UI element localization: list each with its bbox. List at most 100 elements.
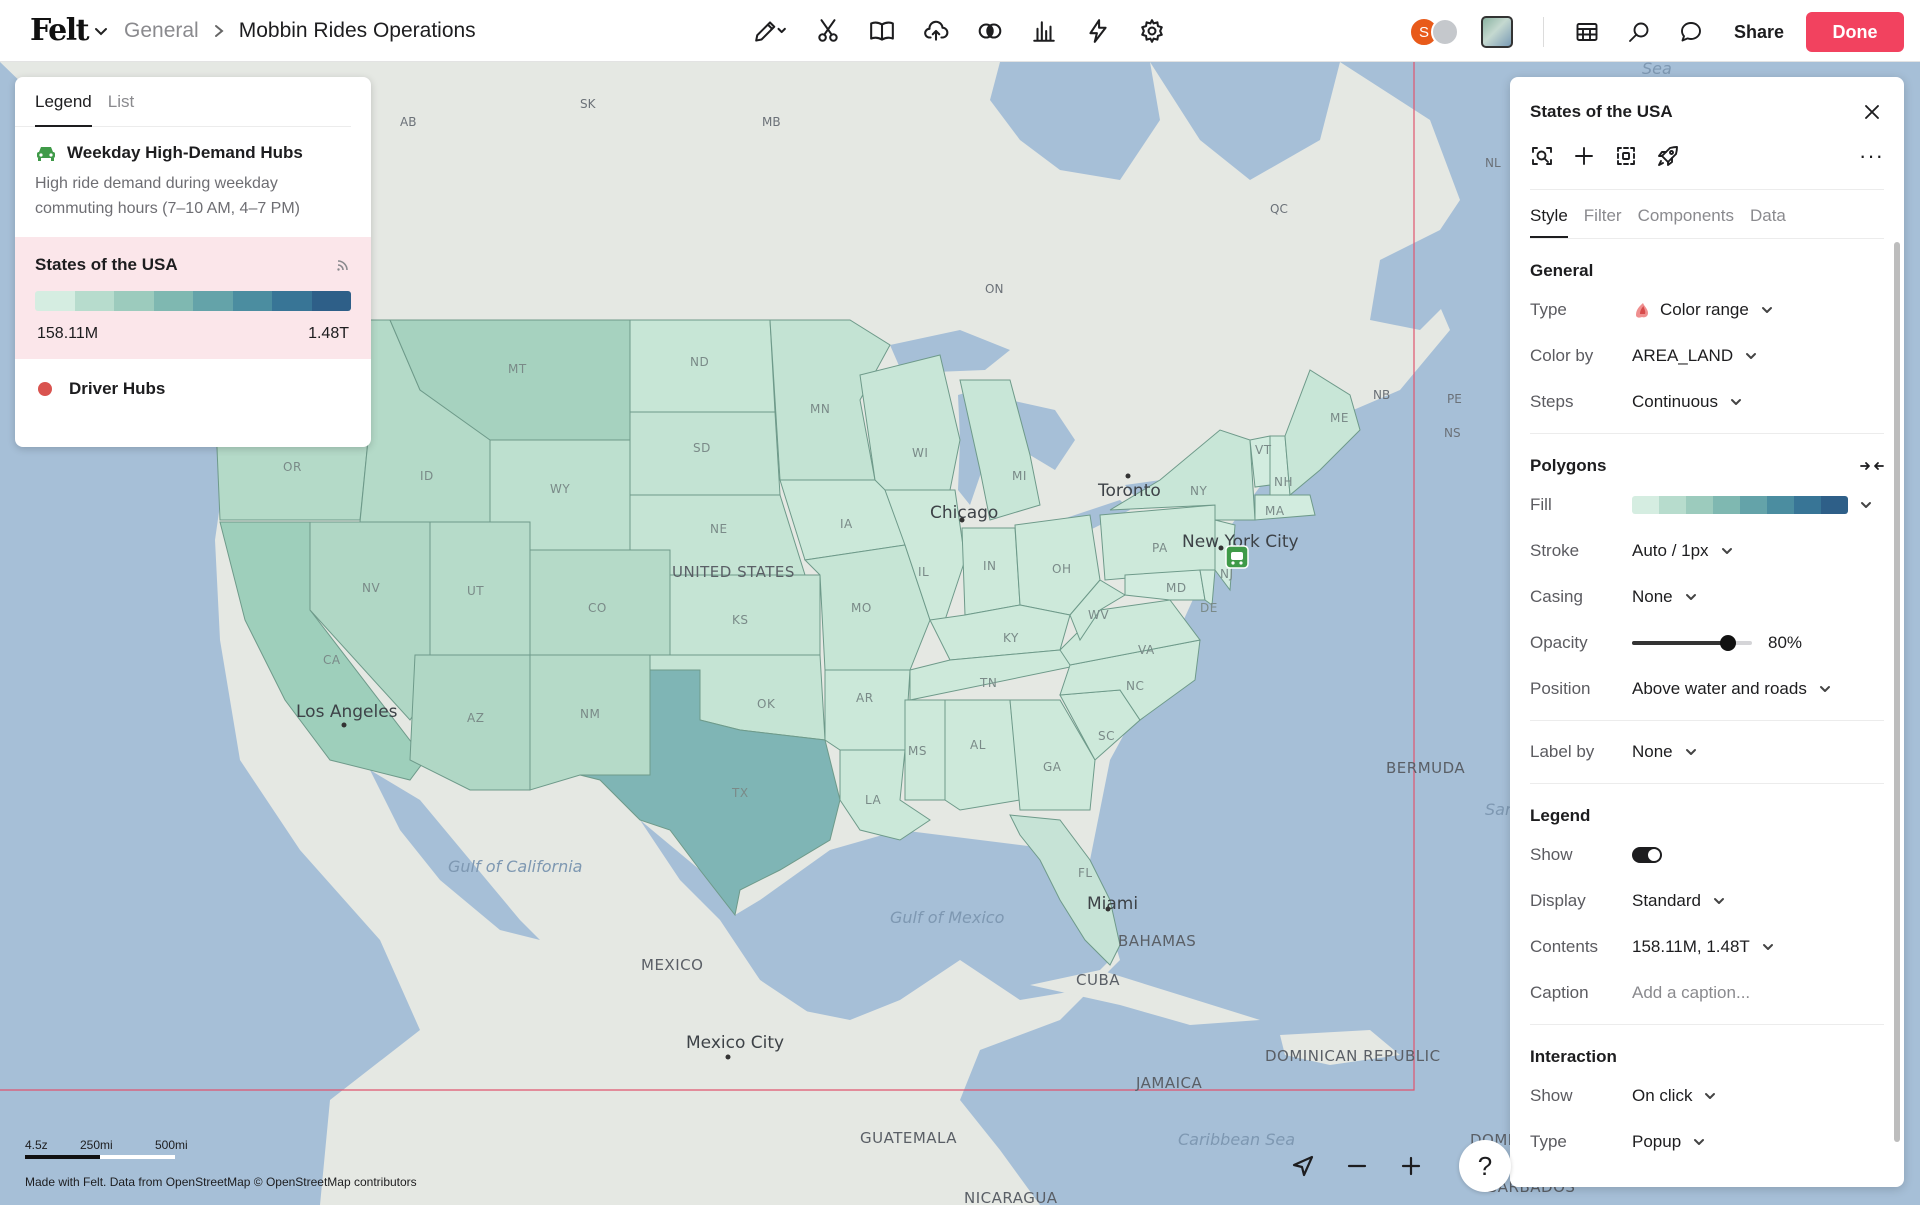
legend-item-hubs[interactable]: Weekday High-Demand Hubs High ride deman… <box>15 127 371 237</box>
ramp-swatch <box>311 291 351 311</box>
chart-button[interactable] <box>1026 13 1062 49</box>
province-label: AB <box>400 115 416 129</box>
tab-data[interactable]: Data <box>1750 206 1786 238</box>
rocket-icon <box>1658 146 1678 166</box>
tab-filter[interactable]: Filter <box>1584 206 1622 238</box>
slider-handle[interactable] <box>1720 635 1736 651</box>
country-label: BAHAMAS <box>1118 932 1196 950</box>
select-button[interactable] <box>1614 144 1638 168</box>
fill-select[interactable] <box>1632 496 1872 514</box>
row-label: Caption <box>1530 983 1589 1002</box>
collaborator-avatars[interactable]: S <box>1408 17 1459 47</box>
slider-fill <box>1632 641 1728 645</box>
water-label: Gulf of California <box>448 857 582 876</box>
stroke-select[interactable]: Auto / 1px <box>1632 541 1733 561</box>
city-label: Miami <box>1087 894 1138 914</box>
book-icon <box>870 21 894 41</box>
comments-button[interactable] <box>1674 15 1708 49</box>
actions-button[interactable] <box>1080 13 1116 49</box>
state-label: AR <box>856 691 874 705</box>
ramp-swatch <box>1740 496 1767 514</box>
state-label: KY <box>1003 631 1019 645</box>
table-button[interactable] <box>1570 15 1604 49</box>
settings-button[interactable] <box>1134 13 1170 49</box>
map-attribution[interactable]: Made with Felt. Data from OpenStreetMap … <box>25 1175 417 1189</box>
caption-input[interactable]: Add a caption... <box>1632 983 1750 1003</box>
state-label: IL <box>918 565 929 579</box>
zoom-to-layer-button[interactable] <box>1530 144 1554 168</box>
state-wi <box>859 354 961 491</box>
tab-components[interactable]: Components <box>1638 206 1734 238</box>
state-label: LA <box>865 793 881 807</box>
done-button[interactable]: Done <box>1806 12 1904 52</box>
navigation-arrow-icon <box>1292 1155 1314 1177</box>
state-ma <box>1254 494 1316 521</box>
legend-item-driver-hubs[interactable]: Driver Hubs <box>15 359 371 415</box>
select-value: Above water and roads <box>1632 679 1807 698</box>
legend-item-states[interactable]: States of the USA 158.11M 1.48T <box>15 237 371 359</box>
ramp-swatch <box>1767 496 1794 514</box>
state-label: KS <box>732 613 749 627</box>
row-fill: Fill <box>1530 482 1884 528</box>
share-button[interactable]: Share <box>1734 22 1784 43</box>
boost-button[interactable] <box>1656 144 1680 168</box>
cut-tool-button[interactable] <box>810 13 846 49</box>
section-polygons: Polygons <box>1530 456 1884 476</box>
country-label: MEXICO <box>641 956 703 974</box>
contents-select[interactable]: 158.11M, 1.48T <box>1632 937 1774 957</box>
library-button[interactable] <box>864 13 900 49</box>
country-label: CUBA <box>1076 971 1120 989</box>
province-label: SK <box>580 97 597 111</box>
panel-actions: ··· <box>1510 127 1904 171</box>
panel-scrollbar[interactable] <box>1894 242 1900 1142</box>
upload-button[interactable] <box>918 13 954 49</box>
chevron-down-icon <box>1705 1093 1716 1099</box>
display-select[interactable]: Standard <box>1632 891 1725 911</box>
ramp-max-label: 1.48T <box>308 325 349 342</box>
position-select[interactable]: Above water and roads <box>1632 679 1831 699</box>
analysis-button[interactable] <box>972 13 1008 49</box>
tab-legend[interactable]: Legend <box>35 77 92 127</box>
brand-menu[interactable]: Felt <box>30 13 108 48</box>
state-label: MT <box>508 362 527 376</box>
help-button[interactable]: ? <box>1459 1140 1511 1192</box>
panel-tabs: Style Filter Components Data <box>1530 189 1884 239</box>
hub-marker[interactable] <box>1225 545 1249 569</box>
casing-select[interactable]: None <box>1632 587 1697 607</box>
color-by-select[interactable]: AREA_LAND <box>1632 346 1757 366</box>
label-by-select[interactable]: None <box>1632 742 1697 762</box>
ramp-swatch <box>1821 496 1848 514</box>
state-label: OH <box>1052 562 1071 576</box>
interaction-type-select[interactable]: Popup <box>1632 1132 1705 1152</box>
more-options-button[interactable]: ··· <box>1859 145 1884 167</box>
draw-tool-button[interactable] <box>748 13 792 49</box>
map-title[interactable]: Mobbin Rides Operations <box>239 19 476 43</box>
collapse-icon[interactable] <box>1860 458 1884 474</box>
add-button[interactable] <box>1572 144 1596 168</box>
close-button[interactable] <box>1860 100 1884 124</box>
type-select[interactable]: Color range <box>1632 300 1773 320</box>
country-label: GUATEMALA <box>860 1129 957 1147</box>
close-icon <box>1865 105 1879 119</box>
breadcrumb-parent[interactable]: General <box>124 19 199 43</box>
scale-label: 250mi <box>80 1138 113 1152</box>
chevron-down-icon <box>1721 548 1732 554</box>
basemap-switcher[interactable] <box>1480 16 1513 48</box>
interaction-show-select[interactable]: On click <box>1632 1086 1716 1106</box>
opacity-slider[interactable] <box>1632 635 1752 651</box>
zoom-in-button[interactable] <box>1393 1148 1429 1184</box>
ramp-min-label: 158.11M <box>37 325 99 342</box>
plus-icon <box>1401 1156 1421 1176</box>
select-value: Continuous <box>1632 392 1719 411</box>
state-label: ID <box>420 469 434 483</box>
legend-show-toggle[interactable] <box>1632 847 1662 863</box>
tab-list[interactable]: List <box>108 77 134 127</box>
steps-select[interactable]: Continuous <box>1632 392 1742 412</box>
zoom-out-button[interactable] <box>1339 1148 1375 1184</box>
state-label: OK <box>757 697 776 711</box>
locate-button[interactable] <box>1285 1148 1321 1184</box>
tab-style[interactable]: Style <box>1530 206 1568 238</box>
state-label: VT <box>1255 443 1272 457</box>
topbar-right: S Share Done <box>1408 12 1904 52</box>
search-button[interactable] <box>1622 15 1656 49</box>
